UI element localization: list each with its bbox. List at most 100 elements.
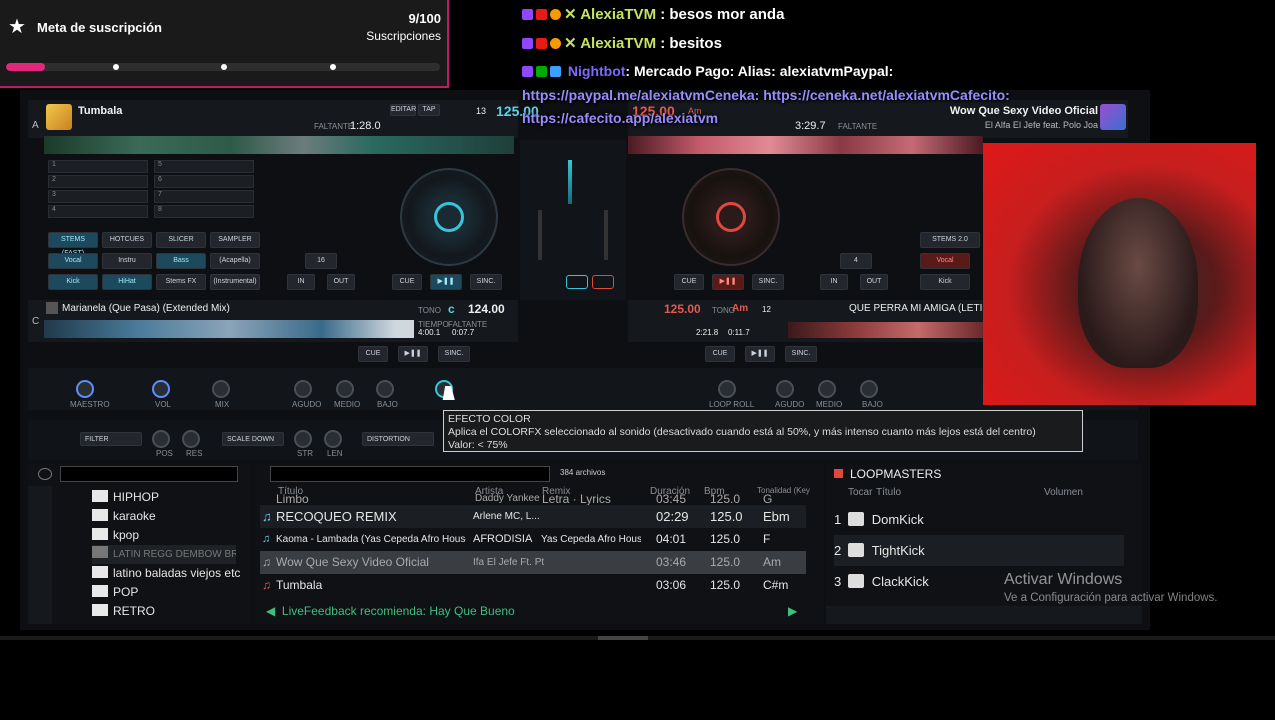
- fx-scale-down-select[interactable]: SCALE DOWN: [222, 432, 284, 446]
- deck-c-bpm[interactable]: 124.00: [468, 302, 505, 316]
- deck-a-loop-size[interactable]: 16: [305, 253, 337, 269]
- prev-arrow-icon[interactable]: ◀: [266, 604, 275, 618]
- eq-high-a-knob[interactable]: [294, 380, 312, 398]
- eq-low-a-knob[interactable]: [376, 380, 394, 398]
- folder-item[interactable]: POP: [92, 583, 240, 602]
- chat-username[interactable]: AlexiaTVM: [580, 6, 656, 23]
- fx-res-knob[interactable]: [182, 430, 200, 448]
- loop-roll-knob[interactable]: [718, 380, 736, 398]
- pad-a-5[interactable]: 5: [154, 160, 254, 173]
- stem-vocal-button[interactable]: Vocal: [48, 253, 98, 269]
- deck-b-stems-tab[interactable]: STEMS 2.0: [920, 232, 980, 248]
- edit-button[interactable]: EDITAR: [390, 104, 416, 116]
- deck-b-stem-kick[interactable]: Kick: [920, 274, 970, 290]
- stem-hihat-button[interactable]: HiHat: [102, 274, 152, 290]
- table-row-selected[interactable]: ♫ Wow Que Sexy Video Oficial Ifa El Jefe…: [260, 551, 806, 574]
- tab-sampler[interactable]: SAMPLER: [210, 232, 260, 248]
- headphone-b-icon[interactable]: [592, 275, 614, 289]
- fx-len-knob[interactable]: [324, 430, 342, 448]
- deck-c-sync-button[interactable]: SINC.: [438, 346, 470, 362]
- fx-str-knob[interactable]: [294, 430, 312, 448]
- tab-slicer[interactable]: SLICER: [156, 232, 206, 248]
- deck-d-play-button[interactable]: ▶❚❚: [745, 346, 775, 362]
- eq-mid-a-knob[interactable]: [336, 380, 354, 398]
- folder-item-selected[interactable]: LATIN REGG DEMBOW BR AF: [92, 545, 236, 564]
- sampler-item[interactable]: 2 TightKick: [834, 535, 1124, 566]
- pad-a-4[interactable]: 4: [48, 205, 148, 218]
- stem-fx-button[interactable]: Stems FX: [156, 274, 206, 290]
- eq-mid-b-knob[interactable]: [818, 380, 836, 398]
- fx-filter-select[interactable]: FILTER: [80, 432, 142, 446]
- deck-b-loop-in[interactable]: IN: [820, 274, 848, 290]
- deck-b-cue-button[interactable]: CUE: [674, 274, 704, 290]
- stem-instrumental-button[interactable]: (Instrumental): [210, 274, 260, 290]
- stem-acapella-button[interactable]: (Acapella): [210, 253, 260, 269]
- folder-item[interactable]: karaoke: [92, 507, 240, 526]
- tab-hotcues[interactable]: HOTCUES: [102, 232, 152, 248]
- deck-b-waveform[interactable]: [628, 136, 983, 154]
- deck-a-waveform[interactable]: [44, 136, 514, 154]
- deck-b-loop-out[interactable]: OUT: [860, 274, 888, 290]
- stem-kick-button[interactable]: Kick: [48, 274, 98, 290]
- chat-link[interactable]: https://cafecito.app/alexiatvm: [522, 110, 718, 126]
- eq-low-b-knob[interactable]: [860, 380, 878, 398]
- folder-item[interactable]: latino baladas viejos etc: [92, 564, 240, 583]
- headphone-a-icon[interactable]: [566, 275, 588, 289]
- deck-b-loop-size[interactable]: 4: [840, 253, 872, 269]
- deck-b-stem-vocal[interactable]: Vocal: [920, 253, 970, 269]
- chat-username[interactable]: AlexiaTVM: [580, 35, 656, 52]
- table-row[interactable]: ♫ RECOQUEO REMIX Arlene MC, L... 02:29 1…: [260, 505, 806, 528]
- deck-c-waveform[interactable]: [44, 320, 414, 338]
- deck-d-bpm[interactable]: 125.00: [664, 302, 701, 316]
- stem-instru-button[interactable]: Instru: [102, 253, 152, 269]
- pad-a-6[interactable]: 6: [154, 175, 254, 188]
- vol-knob[interactable]: [152, 380, 170, 398]
- tab-stems-fast[interactable]: STEMS (FAST): [48, 232, 98, 257]
- video-progress-thumb[interactable]: [598, 636, 648, 640]
- folder-item[interactable]: RETRO: [92, 602, 240, 621]
- pad-a-3[interactable]: 3: [48, 190, 148, 203]
- deck-a-play-button[interactable]: ▶❚❚: [430, 274, 462, 290]
- sampler-item-name: DomKick: [871, 512, 924, 527]
- search-icon[interactable]: [38, 468, 52, 480]
- tap-button[interactable]: TAP: [418, 104, 440, 116]
- fx-pos-knob[interactable]: [152, 430, 170, 448]
- channel-fader-b[interactable]: [604, 210, 608, 260]
- deck-a-cue-button[interactable]: CUE: [392, 274, 422, 290]
- track-search-input[interactable]: [270, 466, 550, 482]
- sampler-item[interactable]: 1 DomKick: [834, 504, 1124, 535]
- pad-a-8[interactable]: 8: [154, 205, 254, 218]
- deck-c-play-button[interactable]: ▶❚❚: [398, 346, 428, 362]
- pad-a-1[interactable]: 1: [48, 160, 148, 173]
- deck-a-jogwheel[interactable]: [400, 168, 498, 266]
- pad-a-2[interactable]: 2: [48, 175, 148, 188]
- chat-link[interactable]: https://paypal.me/alexiatvmCeneka: https…: [522, 87, 1010, 103]
- deck-b-sync-button[interactable]: SINC.: [752, 274, 784, 290]
- deck-a-loop-in[interactable]: IN: [287, 274, 315, 290]
- eq-high-b-knob[interactable]: [776, 380, 794, 398]
- deck-a-loop-out[interactable]: OUT: [327, 274, 355, 290]
- folder-item[interactable]: kpop: [92, 526, 240, 545]
- next-arrow-icon[interactable]: ▶: [788, 604, 797, 618]
- deck-d-cue-button[interactable]: CUE: [705, 346, 735, 362]
- livefeedback-bar[interactable]: ◀ LiveFeedback recomienda: Hay Que Bueno: [266, 604, 515, 618]
- channel-fader-a[interactable]: [538, 210, 542, 260]
- table-row[interactable]: ♫ Tumbala 03:06 125.0 C#m: [260, 574, 806, 597]
- chat-username[interactable]: Nightbot: [568, 63, 626, 79]
- deck-d-waveform[interactable]: [788, 322, 983, 338]
- master-knob[interactable]: [76, 380, 94, 398]
- deck-b-jogwheel[interactable]: [682, 168, 780, 266]
- deck-d-sync-button[interactable]: SINC.: [785, 346, 817, 362]
- folder-search-input[interactable]: [60, 466, 238, 482]
- folder-item[interactable]: HIPHOP: [92, 488, 240, 507]
- stem-bass-button[interactable]: Bass: [156, 253, 206, 269]
- mix-knob[interactable]: [212, 380, 230, 398]
- fx-distortion-select[interactable]: DISTORTION: [362, 432, 434, 446]
- sampler-item-name: ClackKick: [871, 574, 929, 589]
- pad-a-7[interactable]: 7: [154, 190, 254, 203]
- deck-b-play-button[interactable]: ▶❚❚: [712, 274, 744, 290]
- table-row[interactable]: ♫ Kaoma - Lambada (Yas Cepeda Afro House…: [260, 528, 806, 551]
- table-row[interactable]: Limbo Daddy Yankee Letra · Lyrics 03:45 …: [260, 493, 806, 505]
- deck-c-cue-button[interactable]: CUE: [358, 346, 388, 362]
- deck-a-sync-button[interactable]: SINC.: [470, 274, 502, 290]
